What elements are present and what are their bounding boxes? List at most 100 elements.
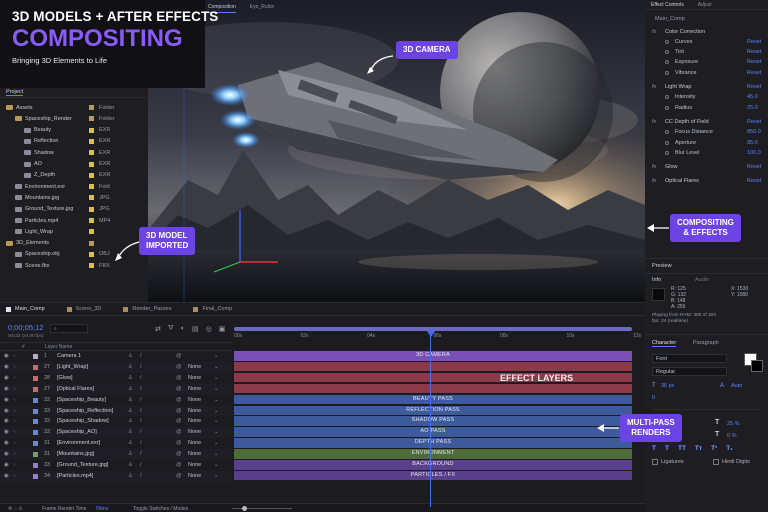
label-color-swatch[interactable] bbox=[89, 150, 94, 156]
layer-row[interactable]: ◉ ◌ 27 [Optical Flares] ♙ / @ None ⌄ bbox=[0, 383, 232, 395]
footer-icons[interactable]: ⚙ ◌ ⊙ bbox=[8, 506, 22, 512]
playhead-handle[interactable] bbox=[427, 331, 435, 337]
layer-row[interactable]: ◉ ◌ 28 [Glow] ♙ / @ None ⌄ bbox=[0, 372, 232, 384]
shy-switch-icon[interactable]: ♙ bbox=[128, 386, 133, 392]
faux-italic-button[interactable]: T bbox=[665, 445, 669, 452]
effect-value[interactable]: Reset bbox=[747, 178, 761, 184]
parent-select[interactable]: None bbox=[188, 386, 201, 392]
fx-switch-icon[interactable]: / bbox=[140, 364, 142, 370]
label-color-swatch[interactable] bbox=[89, 127, 94, 133]
effect-value[interactable]: Reset bbox=[747, 70, 761, 76]
audio-icon[interactable]: ◌ bbox=[13, 408, 16, 414]
layer-name[interactable]: [Spaceship_Beauty] bbox=[57, 397, 106, 403]
project-item[interactable]: Ground_Texture.jpg JPG bbox=[0, 204, 148, 215]
playhead-line[interactable] bbox=[430, 331, 431, 507]
effect-group[interactable]: fx Glow Reset bbox=[645, 163, 768, 172]
project-item[interactable]: Mountains.jpg JPG bbox=[0, 192, 148, 203]
parent-dropdown-icon[interactable]: ⌄ bbox=[214, 440, 219, 446]
layer-track[interactable]: BACKGROUND bbox=[234, 460, 632, 470]
effect-property[interactable]: Tint Reset bbox=[645, 48, 768, 57]
effect-value[interactable]: Reset bbox=[747, 84, 761, 90]
stopwatch-icon[interactable] bbox=[665, 140, 669, 145]
layer-label-color[interactable] bbox=[33, 386, 38, 392]
layer-name[interactable]: [Environment.exr] bbox=[57, 440, 100, 446]
project-item[interactable]: Assets Folder bbox=[0, 102, 148, 113]
layer-row[interactable]: ◉ ◌ 31 [Environment.exr] ♙ / @ None ⌄ bbox=[0, 438, 232, 450]
fx-switch-icon[interactable]: / bbox=[140, 429, 142, 435]
layer-track[interactable]: SHADOW PASS bbox=[234, 416, 632, 426]
effect-property[interactable]: Focus Distance 850.0 bbox=[645, 128, 768, 137]
parent-pickwhip-icon[interactable]: @ bbox=[176, 375, 182, 381]
effect-value[interactable]: 100.0 bbox=[747, 150, 761, 156]
hindi-digits-checkbox[interactable] bbox=[713, 459, 719, 465]
effect-group[interactable]: fx Optical Flares Reset bbox=[645, 177, 768, 186]
draft-3d-icon[interactable]: ⛛ bbox=[168, 325, 174, 333]
tab-character[interactable]: Character bbox=[652, 340, 677, 347]
layer-track[interactable]: REFLECTION PASS bbox=[234, 405, 632, 415]
parent-select[interactable]: None bbox=[188, 364, 201, 370]
parent-dropdown-icon[interactable]: ⌄ bbox=[214, 418, 219, 424]
layer-track[interactable]: PARTICLES / FX bbox=[234, 470, 632, 481]
project-item[interactable]: Particles.mp4 MP4 bbox=[0, 215, 148, 226]
parent-select[interactable]: None bbox=[188, 462, 201, 468]
effect-group[interactable]: fx Light Wrap Reset bbox=[645, 83, 768, 92]
comp-flowchart-icon[interactable]: ⇄ bbox=[155, 325, 161, 333]
fx-switch-icon[interactable]: / bbox=[140, 375, 142, 381]
tab-paragraph[interactable]: Paragraph bbox=[693, 340, 719, 346]
parent-pickwhip-icon[interactable]: @ bbox=[176, 353, 182, 359]
eye-icon[interactable]: ◉ bbox=[4, 397, 9, 403]
eye-icon[interactable]: ◉ bbox=[4, 451, 9, 457]
eye-icon[interactable]: ◉ bbox=[4, 364, 9, 370]
fx-switch-icon[interactable]: / bbox=[140, 473, 142, 479]
stopwatch-icon[interactable] bbox=[665, 70, 669, 75]
parent-select[interactable]: None bbox=[188, 408, 201, 414]
parent-dropdown-icon[interactable]: ⌄ bbox=[214, 429, 219, 435]
effect-value[interactable]: 25.0 bbox=[747, 105, 758, 111]
parent-pickwhip-icon[interactable]: @ bbox=[176, 440, 182, 446]
eye-icon[interactable]: ◉ bbox=[4, 353, 9, 359]
shy-switch-icon[interactable]: ♙ bbox=[128, 364, 133, 370]
project-item[interactable]: Beauty EXR bbox=[0, 125, 148, 136]
layer-row[interactable]: ◉ ◌ 32 [Spaceship_AO] ♙ / @ None ⌄ bbox=[0, 427, 232, 439]
effect-property[interactable]: Curves Reset bbox=[645, 37, 768, 46]
layer-row[interactable]: ◉ ◌ 32 [Spaceship_Shadow] ♙ / @ None ⌄ bbox=[0, 416, 232, 428]
effect-value[interactable]: 85.0 bbox=[747, 140, 758, 146]
tab-effect-controls[interactable]: Effect Controls bbox=[651, 2, 684, 8]
tab-adjust[interactable]: Adjust bbox=[698, 2, 712, 8]
audio-icon[interactable]: ◌ bbox=[13, 462, 16, 468]
audio-icon[interactable]: ◌ bbox=[13, 386, 16, 392]
parent-pickwhip-icon[interactable]: @ bbox=[176, 364, 182, 370]
font-style-select[interactable]: Regular bbox=[652, 367, 727, 376]
layer-label-color[interactable] bbox=[33, 452, 38, 458]
parent-dropdown-icon[interactable]: ⌄ bbox=[214, 353, 219, 359]
effect-property[interactable]: Intensity 45.0 bbox=[645, 93, 768, 102]
label-color-swatch[interactable] bbox=[89, 184, 94, 190]
label-color-swatch[interactable] bbox=[89, 218, 94, 223]
parent-dropdown-icon[interactable]: ⌄ bbox=[214, 364, 219, 370]
effect-property[interactable]: Vibrance Reset bbox=[645, 68, 768, 77]
project-item[interactable]: Z_Depth EXR bbox=[0, 170, 148, 181]
effect-value[interactable]: Reset bbox=[747, 59, 761, 65]
effect-value[interactable]: Reset bbox=[747, 119, 761, 125]
layer-name[interactable]: [Ground_Texture.jpg] bbox=[57, 462, 108, 468]
parent-pickwhip-icon[interactable]: @ bbox=[176, 429, 182, 435]
parent-select[interactable]: None bbox=[188, 473, 201, 479]
layer-name[interactable]: [Light_Wrap] bbox=[57, 364, 88, 370]
font-select[interactable]: Font bbox=[652, 354, 727, 363]
eye-icon[interactable]: ◉ bbox=[4, 375, 9, 381]
shy-switch-icon[interactable]: ♙ bbox=[128, 429, 133, 435]
motion-blur-icon[interactable]: ◎ bbox=[206, 325, 212, 333]
parent-pickwhip-icon[interactable]: @ bbox=[176, 408, 182, 414]
audio-icon[interactable]: ◌ bbox=[13, 429, 16, 435]
project-item[interactable]: Shadow EXR bbox=[0, 147, 148, 158]
project-item[interactable]: Spaceship_Render Folder bbox=[0, 113, 148, 124]
effect-value[interactable]: Reset bbox=[747, 164, 761, 170]
effect-value[interactable]: Reset bbox=[747, 39, 761, 45]
effect-property[interactable]: Blur Level 100.0 bbox=[645, 148, 768, 157]
tab-info[interactable]: Info bbox=[652, 277, 661, 283]
shy-switch-icon[interactable]: ♙ bbox=[128, 473, 133, 479]
parent-dropdown-icon[interactable]: ⌄ bbox=[214, 408, 219, 414]
label-color-swatch[interactable] bbox=[89, 240, 94, 246]
layer-name[interactable]: [Particles.mp4] bbox=[57, 473, 93, 479]
parent-select[interactable]: None bbox=[188, 375, 201, 381]
